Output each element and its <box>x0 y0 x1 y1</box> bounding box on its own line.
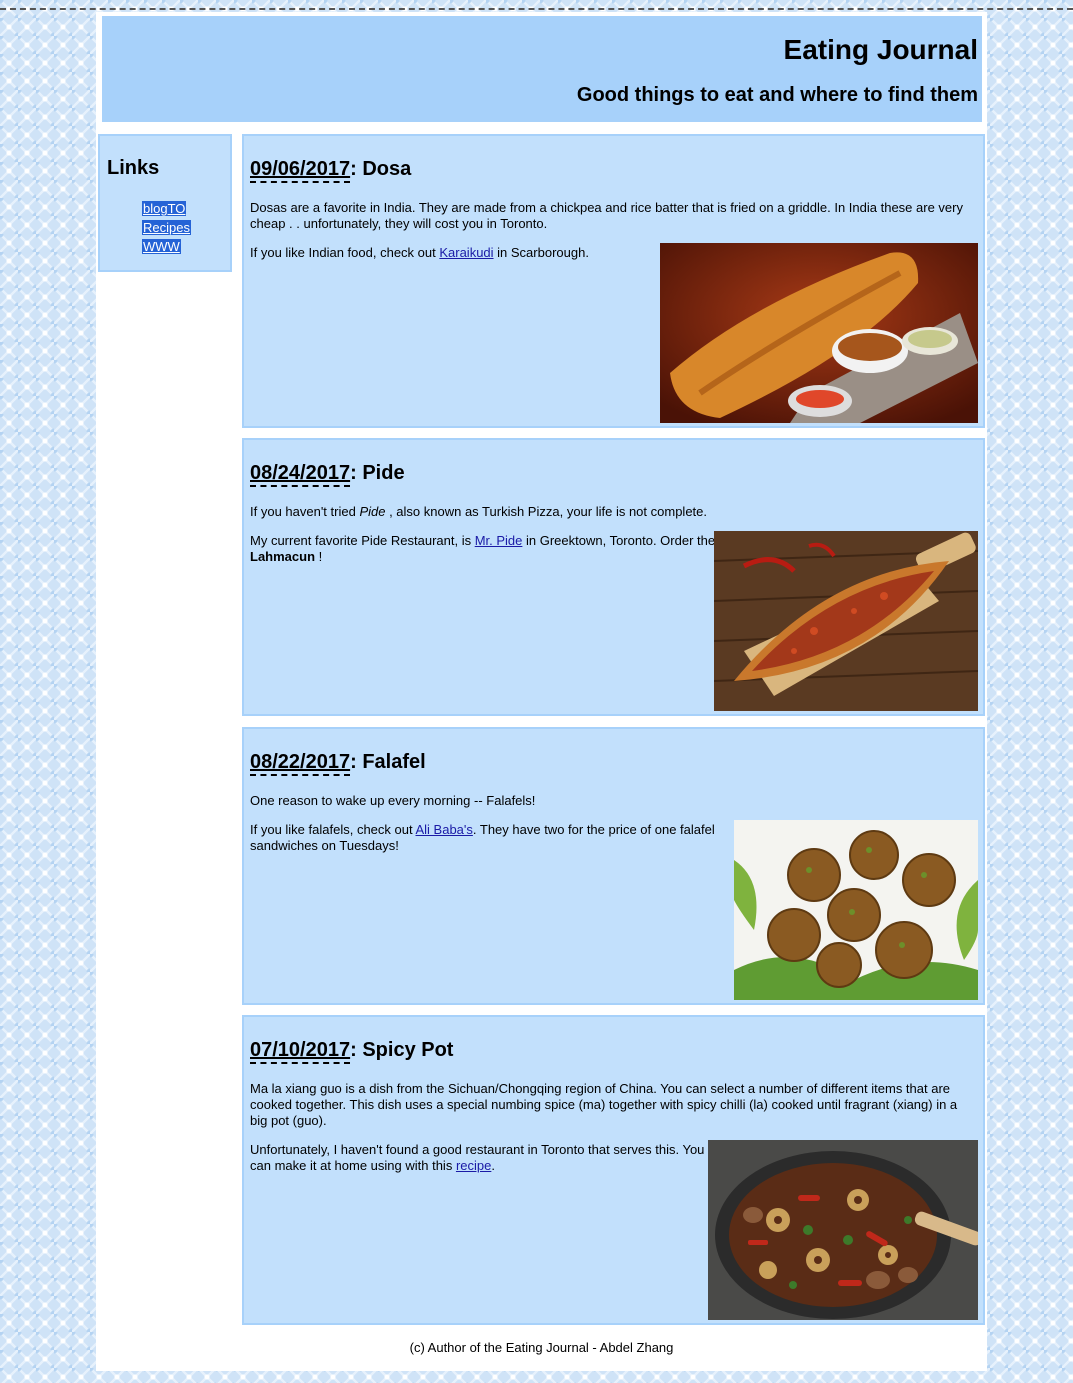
post-date: 08/24/2017 <box>250 462 351 487</box>
post-title: 08/24/2017: Pide <box>250 462 405 487</box>
post-title: 08/22/2017: Falafel <box>250 751 426 776</box>
list-item: blogTO <box>142 200 191 219</box>
post-date: 08/22/2017 <box>250 751 351 776</box>
post-falafel: 08/22/2017: Falafel One reason to wake u… <box>242 727 985 1005</box>
post-paragraph: If you like Indian food, check out Karai… <box>250 245 589 260</box>
links-heading: Links <box>107 157 160 179</box>
post-date: 07/10/2017 <box>250 1039 351 1064</box>
post-paragraph: My current favorite Pide Restaurant, is … <box>250 533 716 564</box>
link-recipe[interactable]: recipe <box>456 1158 491 1173</box>
masthead: Eating Journal Good things to eat and wh… <box>102 16 982 122</box>
links-sidebar: Links blogTO Recipes WWW <box>98 134 232 272</box>
falafel-photo <box>734 820 978 1000</box>
post-title: 07/10/2017: Spicy Pot <box>250 1039 454 1064</box>
link-recipes[interactable]: Recipes <box>142 220 191 235</box>
post-paragraph: Unfortunately, I haven't found a good re… <box>250 1142 705 1173</box>
post-name: Spicy Pot <box>362 1039 454 1061</box>
post-paragraph: Ma la xiang guo is a dish from the Sichu… <box>250 1081 958 1128</box>
post-spicy-pot: 07/10/2017: Spicy Pot Ma la xiang guo is… <box>242 1015 985 1325</box>
pide-photo <box>714 531 978 711</box>
post-title: 09/06/2017: Dosa <box>250 158 412 183</box>
post-date: 09/06/2017 <box>250 158 351 183</box>
dosa-photo <box>660 243 978 423</box>
post-pide: 08/24/2017: Pide If you haven't tried Pi… <box>242 438 985 716</box>
link-blogto[interactable]: blogTO <box>142 201 187 216</box>
links-list: blogTO Recipes WWW <box>142 200 191 257</box>
link-www[interactable]: WWW <box>142 239 181 254</box>
site-title: Eating Journal <box>783 34 978 65</box>
post-dosa: 09/06/2017: Dosa Dosas are a favorite in… <box>242 134 985 428</box>
link-karaikudi[interactable]: Karaikudi <box>439 245 493 260</box>
list-item: Recipes <box>142 219 191 238</box>
post-paragraph: If you like falafels, check out Ali Baba… <box>250 822 715 853</box>
link-ali-babas[interactable]: Ali Baba's <box>415 822 472 837</box>
spicy-pot-photo <box>708 1140 978 1320</box>
post-paragraph: One reason to wake up every morning -- F… <box>250 793 536 808</box>
post-name: Falafel <box>362 751 426 773</box>
post-paragraph: Dosas are a favorite in India. They are … <box>250 200 963 231</box>
footer: (c) Author of the Eating Journal - Abdel… <box>409 1340 674 1355</box>
post-paragraph: If you haven't tried Pide , also known a… <box>250 504 707 519</box>
top-dashed-rule <box>0 8 1073 10</box>
list-item: WWW <box>142 238 191 257</box>
post-name: Dosa <box>362 158 412 180</box>
link-mr-pide[interactable]: Mr. Pide <box>475 533 523 548</box>
post-name: Pide <box>362 462 405 484</box>
site-tagline: Good things to eat and where to find the… <box>576 84 978 106</box>
